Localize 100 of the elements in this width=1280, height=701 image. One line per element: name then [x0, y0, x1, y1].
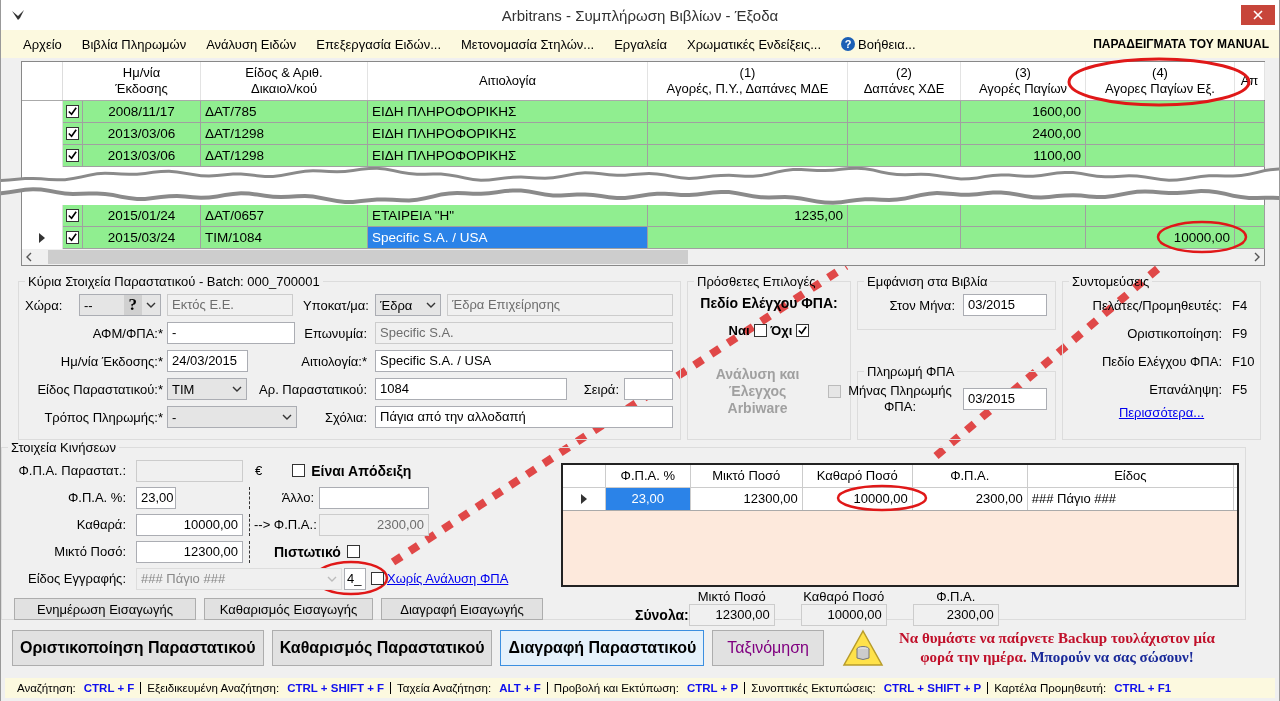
- checkbox[interactable]: [371, 572, 384, 585]
- status-label: Προβολή και Εκτύπωση:: [553, 682, 679, 694]
- checkbox[interactable]: [66, 231, 79, 244]
- field-label: Αρ. Παραστατικού:: [258, 381, 367, 397]
- input-field[interactable]: [624, 378, 673, 400]
- checkbox[interactable]: [66, 209, 79, 222]
- table-cell: [1235, 205, 1265, 227]
- readonly-field: Εκτός Ε.Ε.: [167, 294, 293, 316]
- checkbox[interactable]: [66, 127, 79, 140]
- input-field[interactable]: 03/2015: [963, 294, 1047, 316]
- field-label: Μικτό Ποσό:: [53, 544, 126, 559]
- backup-reminder: Να θυμάστε να παίρνετε Backup τουλάχιστον μία φορά την ημέρα. Μπορούν να σας σώσουν!: [898, 629, 1216, 667]
- column-header[interactable]: Αιτιολογία: [368, 62, 648, 100]
- readonly-field: Έδρα Επιχείρησης: [447, 294, 673, 316]
- checkbox[interactable]: [66, 149, 79, 162]
- readonly-field: 10000,00: [800, 604, 887, 626]
- dropdown-value: ### Πάγιο ###: [141, 571, 227, 586]
- action-button[interactable]: Ταξινόμηση: [712, 630, 824, 666]
- field-label: Είδος Παραστατικού:*: [36, 381, 163, 397]
- input-field[interactable]: [319, 486, 429, 509]
- action-button[interactable]: Ενημέρωση Εισαγωγής: [14, 598, 196, 620]
- field-label: Σχόλια:: [324, 409, 367, 425]
- column-header[interactable]: Ημ/νία Έκδοσης: [83, 62, 201, 100]
- menu-item[interactable]: Επεξεργασία Ειδών...: [308, 36, 454, 52]
- column-header[interactable]: Φ.Π.Α.: [912, 465, 1028, 487]
- table-cell: 2013/03/06: [83, 145, 201, 167]
- table-cell: 2013/03/06: [83, 123, 201, 145]
- no-vat-link[interactable]: Χωρίς Ανάλυση ΦΠΑ: [387, 571, 509, 586]
- dropdown[interactable]: ΤΙΜ: [167, 378, 247, 400]
- dropdown[interactable]: -: [167, 406, 297, 428]
- shortcut-key: F4: [1232, 297, 1254, 313]
- action-button[interactable]: Οριστικοποίηση Παραστατικού: [12, 630, 264, 666]
- table-cell: 2008/11/17: [83, 101, 201, 123]
- field-label: Φ.Π.Α.: [936, 589, 976, 604]
- group-title: Πρόσθετες Επιλογές: [696, 274, 817, 289]
- table-cell: ΔΑΤ/1298: [201, 145, 368, 167]
- column-header[interactable]: (1) Αγορές, Π.Υ., Δαπάνες ΜΔΕ: [648, 62, 848, 100]
- close-icon: [1253, 10, 1263, 20]
- menu-item[interactable]: Αρχείο: [15, 36, 74, 52]
- input-field[interactable]: 1084: [375, 378, 567, 400]
- input-field[interactable]: 12300,00: [136, 540, 243, 563]
- scroll-left-icon[interactable]: [26, 252, 32, 262]
- column-header[interactable]: Μικτό Ποσό: [690, 465, 803, 487]
- shortcut-key: CTRL + F1: [1114, 682, 1172, 694]
- checkbox[interactable]: [753, 324, 767, 337]
- table-cell: 1235,00: [648, 205, 848, 227]
- menu-item[interactable]: Εργαλεία: [606, 36, 679, 52]
- shortcut-key: CTRL + SHIFT + F: [287, 682, 385, 694]
- bird-logo-icon: [11, 9, 25, 21]
- input-field[interactable]: 10000,00: [136, 513, 243, 536]
- field-label: Καθαρό Ποσό: [803, 589, 885, 604]
- readonly-field: Specific S.A.: [375, 322, 673, 344]
- menu-item[interactable]: Ανάλυση Ειδών: [198, 36, 309, 52]
- column-header[interactable]: (3) Αγορές Παγίων: [961, 62, 1086, 100]
- currency-symbol: €: [255, 463, 263, 478]
- group-title: Εμφάνιση στα Βιβλία: [866, 274, 989, 289]
- checkbox[interactable]: [66, 105, 79, 118]
- action-button[interactable]: Καθαρισμός Εισαγωγής: [204, 598, 373, 620]
- scrollbar-thumb[interactable]: [48, 250, 688, 264]
- column-header[interactable]: Είδος & Αριθ. Δικαιολ/κού: [201, 62, 368, 100]
- table-cell: ΕΙΔΗ ΠΛΗΡΟΦΟΡΙΚΗΣ: [368, 145, 648, 167]
- input-field[interactable]: Πάγια από την αλλοδαπή: [375, 406, 673, 428]
- menu-item[interactable]: Μετονομασία Στηλών...: [453, 36, 607, 52]
- table-cell: ΔΑΤ/1298: [201, 123, 368, 145]
- field-label: Αιτιολογία:*: [300, 353, 367, 369]
- scroll-right-icon[interactable]: [1254, 252, 1260, 262]
- menu-item[interactable]: ? Βοήθεια...: [833, 36, 928, 52]
- status-label: Συνοπτικές Εκτυπώσεις:: [751, 682, 876, 694]
- input-field[interactable]: Specific S.A. / USA: [375, 350, 673, 372]
- checkbox[interactable]: [292, 464, 306, 477]
- input-field[interactable]: 03/2015: [963, 388, 1047, 410]
- dropdown[interactable]: Έδρα: [375, 294, 441, 316]
- field-label: Σειρά:: [582, 381, 619, 397]
- menu-item[interactable]: Βιβλία Πληρωμών: [73, 36, 199, 52]
- table-cell: ### Πάγιο ###: [1027, 488, 1234, 510]
- shortcut-key: F5: [1232, 381, 1254, 397]
- column-header[interactable]: (2) Δαπάνες ΧΔΕ: [848, 62, 961, 100]
- more-link[interactable]: Περισσότερα...: [1069, 405, 1254, 420]
- checkbox[interactable]: [796, 324, 810, 337]
- input-field[interactable]: 4_: [344, 567, 366, 590]
- column-header[interactable]: Καθαρό Ποσό: [802, 465, 913, 487]
- shortcut-key: CTRL + P: [686, 682, 739, 694]
- menu-item[interactable]: Χρωματικές Ενδείξεις...: [678, 36, 834, 52]
- column-header[interactable]: Είδος: [1027, 465, 1234, 487]
- dropdown[interactable]: -- ?: [79, 294, 161, 316]
- checkbox[interactable]: [346, 545, 360, 558]
- action-button[interactable]: Διαγραφή Παραστατικού: [500, 630, 705, 666]
- input-field[interactable]: 23,00: [136, 486, 176, 509]
- shortcut-label: Επανάληψη:: [1149, 381, 1222, 397]
- chevron-icon: [426, 302, 436, 308]
- input-field[interactable]: 24/03/2015: [167, 350, 248, 372]
- option-label: Όχι: [770, 323, 793, 338]
- input-field[interactable]: -: [167, 322, 295, 344]
- column-header[interactable]: Φ.Π.Α. %: [605, 465, 691, 487]
- field-label: Μικτό Ποσό: [697, 589, 766, 604]
- table-cell: ΔΑΤ/785: [201, 101, 368, 123]
- action-button[interactable]: Καθαρισμός Παραστατικού: [271, 630, 493, 666]
- close-button[interactable]: [1241, 5, 1275, 25]
- table-cell: Specific S.A. / USA: [368, 227, 648, 249]
- action-button[interactable]: Διαγραφή Εισαγωγής: [381, 598, 543, 620]
